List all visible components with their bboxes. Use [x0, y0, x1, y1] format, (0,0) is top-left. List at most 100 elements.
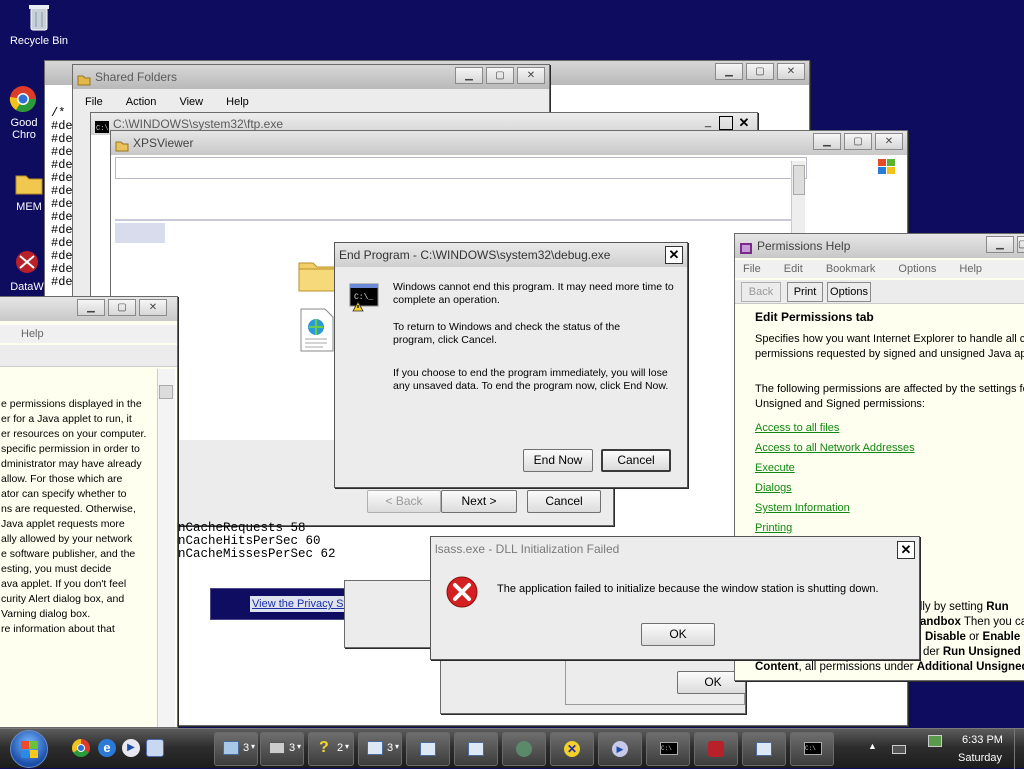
console-icon: C:\ — [660, 742, 678, 755]
print-button[interactable]: Print — [787, 282, 823, 302]
link-printing[interactable]: Printing — [755, 518, 915, 538]
minimize-button[interactable]: ▁ — [986, 236, 1014, 253]
next-button[interactable]: Next > — [441, 490, 517, 513]
cancel-button[interactable]: Cancel — [527, 490, 601, 513]
folder-icon — [14, 168, 44, 198]
menu-help[interactable]: Help — [226, 96, 249, 108]
taskbar-window-button[interactable] — [742, 732, 786, 766]
permissions-help-titlebar[interactable]: Permissions Help — [735, 234, 1024, 258]
close-button[interactable]: ✕ — [517, 67, 545, 84]
close-button[interactable]: ✕ — [139, 299, 167, 316]
menu-file[interactable]: File — [743, 263, 761, 275]
close-button[interactable]: ✕ — [665, 246, 683, 264]
web-document-icon — [299, 307, 335, 356]
taskbar-window-button[interactable] — [454, 732, 498, 766]
internet-explorer-icon[interactable]: e — [98, 739, 116, 757]
clock-day[interactable]: Saturday — [958, 752, 1002, 764]
show-desktop-button[interactable] — [1014, 729, 1024, 769]
back-button[interactable]: < Back — [367, 490, 441, 513]
menu-options[interactable]: Options — [898, 263, 936, 275]
menu-help[interactable]: Help — [959, 263, 982, 275]
console-icon: C:\ — [95, 118, 109, 133]
taskbar-group-1[interactable]: 3 ▾ — [214, 732, 258, 766]
taskbar-window-button[interactable] — [694, 732, 738, 766]
show-hidden-icons-button[interactable]: ▲ — [868, 741, 877, 751]
ok-button[interactable]: OK — [641, 623, 715, 646]
selected-row[interactable] — [115, 223, 165, 243]
clock-time[interactable]: 6:33 PM — [962, 734, 1003, 746]
end-program-message-1: Windows cannot end this program. It may … — [393, 281, 674, 306]
menu-action[interactable]: Action — [126, 96, 157, 108]
perf-counter-text: nCacheRequests 58 nCacheHitsPerSec 60 nC… — [178, 521, 336, 561]
back-button[interactable]: Back — [741, 282, 781, 302]
printer-icon — [269, 742, 285, 754]
options-button[interactable]: Options — [827, 282, 871, 302]
minimize-button[interactable]: ▁ — [77, 299, 105, 316]
help-text: e permissions displayed in the er for a … — [1, 398, 147, 635]
chrome-icon[interactable] — [72, 739, 90, 757]
menu-edit[interactable]: Edit — [784, 263, 803, 275]
recycle-bin-icon — [24, 2, 54, 32]
cancel-button[interactable]: Cancel — [601, 449, 671, 472]
windows-logo-icon — [21, 741, 38, 758]
keyboard-icon[interactable] — [892, 745, 906, 754]
menu-bookmark[interactable]: Bookmark — [826, 263, 876, 275]
lsass-error-dialog[interactable]: lsass.exe - DLL Initialization Failed ✕ … — [430, 536, 920, 660]
minimize-button[interactable]: ▁ — [813, 133, 841, 150]
taskbar-group-4[interactable]: 3 ▾ — [358, 732, 402, 766]
address-bar[interactable] — [115, 157, 807, 179]
taskbar-window-button[interactable]: ✕ — [550, 732, 594, 766]
help-scrollbar[interactable] — [157, 369, 175, 727]
console-warning-icon: C:\_ — [349, 283, 381, 316]
window-icon — [223, 741, 239, 755]
close-button[interactable]: ✕ — [777, 63, 805, 80]
taskbar-group-2[interactable]: 3 ▾ — [260, 732, 304, 766]
maximize-button[interactable]: ▢ — [486, 67, 514, 84]
media-player-icon[interactable]: ▶ — [122, 739, 140, 757]
close-button[interactable]: ✕ — [737, 116, 751, 130]
tools-icon: ✕ — [564, 741, 580, 757]
minimize-button[interactable]: _ — [701, 116, 715, 130]
maximize-button[interactable]: ▢ — [746, 63, 774, 80]
taskbar-window-button[interactable] — [502, 732, 546, 766]
taskbar: e ▶ 3 ▾ 3 ▾ ? 2 ▾ 3 ▾ ✕ ▶ C:\ C:\ ▲ 6:33 PM … — [0, 728, 1024, 769]
link-access-network-addresses[interactable]: Access to all Network Addresses — [755, 438, 915, 458]
link-dialogs[interactable]: Dialogs — [755, 478, 915, 498]
window-icon — [468, 742, 484, 756]
menu-help[interactable]: Help — [21, 328, 44, 340]
lsass-titlebar[interactable]: lsass.exe - DLL Initialization Failed — [431, 537, 919, 561]
desktop-icon-chrome[interactable]: Good Chro — [0, 84, 46, 141]
maximize-button[interactable]: ▢ — [1017, 236, 1024, 253]
close-button[interactable]: ✕ — [875, 133, 903, 150]
maximize-button[interactable]: ▢ — [844, 133, 872, 150]
left-help-window[interactable]: ▁ ▢ ✕ Help e permissions displayed in th… — [0, 296, 178, 728]
xpsviewer-titlebar[interactable]: XPSViewer — [111, 131, 907, 155]
close-button[interactable]: ✕ — [897, 541, 915, 559]
taskbar-window-button[interactable] — [406, 732, 450, 766]
media-player-icon: ▶ — [612, 741, 628, 757]
desktop-icon-recycle-bin[interactable]: Recycle Bin — [4, 2, 74, 47]
start-button[interactable] — [10, 730, 48, 768]
end-program-dialog[interactable]: End Program - C:\WINDOWS\system32\debug.… — [334, 242, 688, 488]
end-program-titlebar[interactable]: End Program - C:\WINDOWS\system32\debug.… — [335, 243, 687, 267]
link-execute[interactable]: Execute — [755, 458, 915, 478]
end-now-button[interactable]: End Now — [523, 449, 593, 472]
chrome-icon — [8, 84, 38, 114]
maximize-button[interactable] — [719, 116, 733, 130]
program-icon — [708, 741, 724, 757]
link-access-all-files[interactable]: Access to all files — [755, 418, 915, 438]
minimize-button[interactable]: ▁ — [715, 63, 743, 80]
link-system-information[interactable]: System Information — [755, 498, 915, 518]
taskbar-window-button[interactable]: C:\ — [646, 732, 690, 766]
minimize-button[interactable]: ▁ — [455, 67, 483, 84]
taskbar-window-button[interactable]: ▶ — [598, 732, 642, 766]
menu-view[interactable]: View — [179, 96, 203, 108]
taskbar-window-button[interactable]: C:\ — [790, 732, 834, 766]
help-question-icon: ? — [319, 739, 329, 756]
taskbar-group-3[interactable]: ? 2 ▾ — [308, 732, 354, 766]
window-icon — [420, 742, 436, 756]
program-icon[interactable] — [146, 739, 164, 757]
network-tray-icon[interactable] — [928, 735, 942, 747]
maximize-button[interactable]: ▢ — [108, 299, 136, 316]
menu-file[interactable]: File — [85, 96, 103, 108]
